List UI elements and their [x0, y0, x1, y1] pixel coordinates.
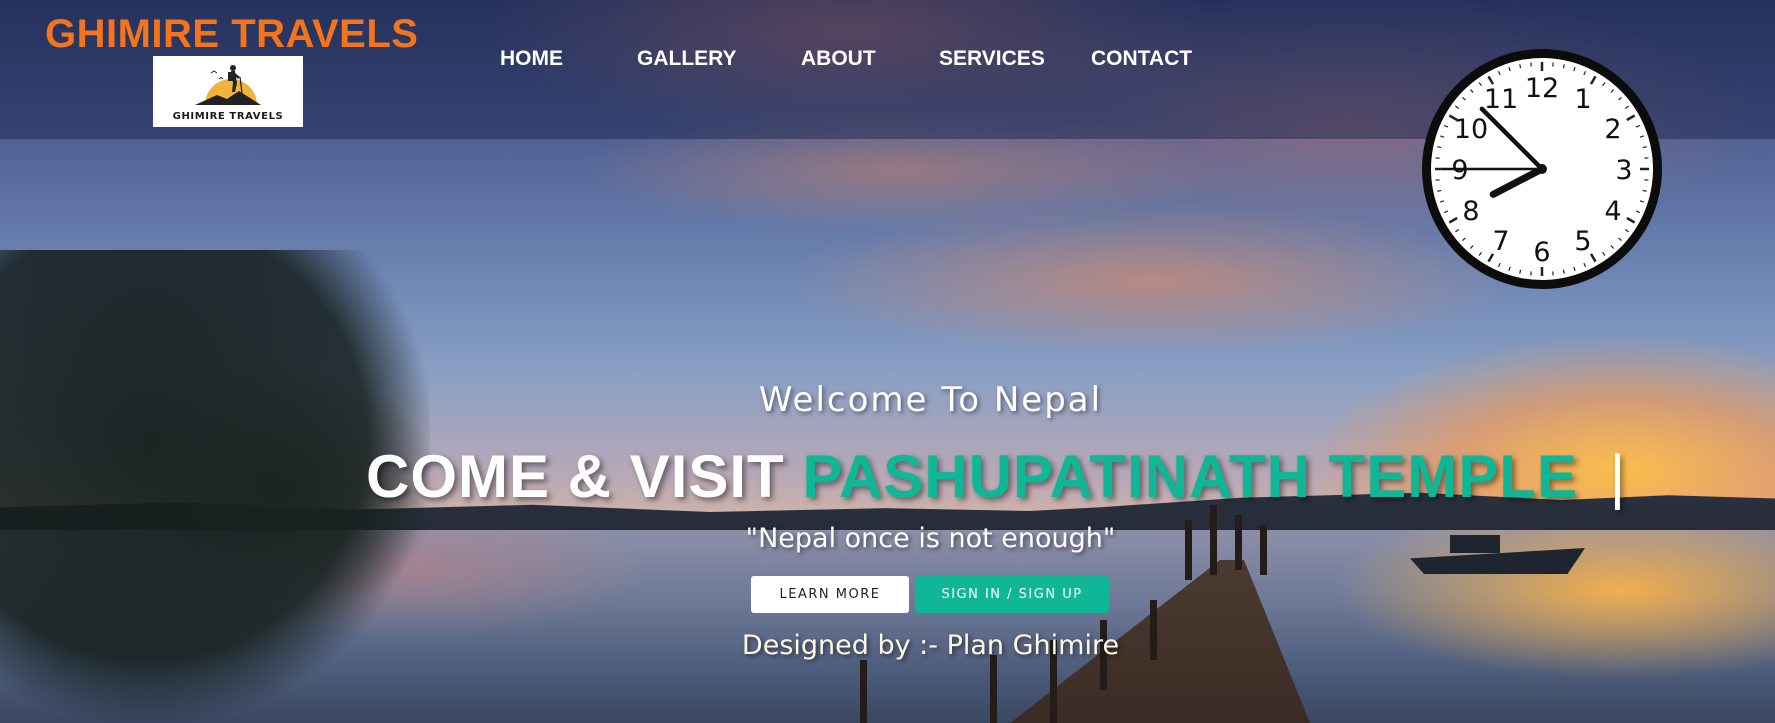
- logo-wordmark: GHIMIRE TRAVELS: [172, 111, 284, 122]
- learn-more-button[interactable]: LEARN MORE: [751, 576, 909, 613]
- clock-numeral: 11: [1484, 84, 1518, 115]
- clock-numeral: 2: [1604, 114, 1621, 145]
- brand-title[interactable]: GHIMIRE TRAVELS: [45, 12, 418, 57]
- hero-tagline: "Nepal once is not enough": [745, 523, 1116, 554]
- sign-in-button[interactable]: SIGN IN / SIGN UP: [915, 576, 1109, 613]
- clock-face: 12 12 3 45678 9 1011: [1422, 49, 1662, 289]
- clock-tick: [1642, 189, 1647, 192]
- pier-post: [860, 660, 867, 723]
- clock-numeral: 6: [1533, 237, 1550, 268]
- hero-welcome: Welcome To Nepal: [758, 380, 1103, 420]
- nav-home[interactable]: HOME: [500, 47, 563, 71]
- clock-numeral: 5: [1574, 226, 1591, 257]
- clock-tick: [1519, 269, 1522, 274]
- clock-numeral: 8: [1462, 196, 1479, 227]
- clock-tick: [1642, 146, 1647, 149]
- nav-about[interactable]: ABOUT: [801, 47, 876, 71]
- nav-gallery[interactable]: GALLERY: [637, 47, 737, 71]
- designer-credit: Designed by :- Plan Ghimire: [741, 630, 1120, 661]
- clock-numeral: 7: [1492, 226, 1509, 257]
- hero-headline: COME & VISIT PASHUPATINATH TEMPLE |: [366, 442, 1626, 511]
- clock-tick: [1562, 269, 1565, 274]
- headline-prefix: COME & VISIT: [366, 443, 785, 510]
- brand-logo[interactable]: GHIMIRE TRAVELS: [153, 56, 303, 127]
- clock-numeral: 10: [1454, 114, 1488, 145]
- headline-highlight: PASHUPATINATH TEMPLE: [802, 443, 1578, 510]
- hiker-logo-icon: [195, 65, 261, 105]
- analog-clock: 12 1 2 3 4 5 6 7 8 9 10 11: [1418, 45, 1666, 293]
- nav-services[interactable]: SERVICES: [939, 47, 1045, 71]
- typing-cursor: |: [1609, 443, 1627, 510]
- clock-tick: [1437, 189, 1442, 192]
- pier-post: [990, 655, 997, 723]
- clock-numeral: 12: [1525, 73, 1559, 104]
- clock-center-pin: [1537, 164, 1547, 174]
- clock-numeral: 4: [1604, 196, 1621, 227]
- clock-numeral: 9: [1451, 155, 1468, 186]
- clock-tick: [1519, 64, 1522, 69]
- clock-tick: [1562, 64, 1565, 69]
- clock-tick: [1437, 146, 1442, 149]
- clock-numeral: 1: [1574, 84, 1591, 115]
- clock-numeral: 3: [1615, 155, 1632, 186]
- nav-contact[interactable]: CONTACT: [1091, 47, 1192, 71]
